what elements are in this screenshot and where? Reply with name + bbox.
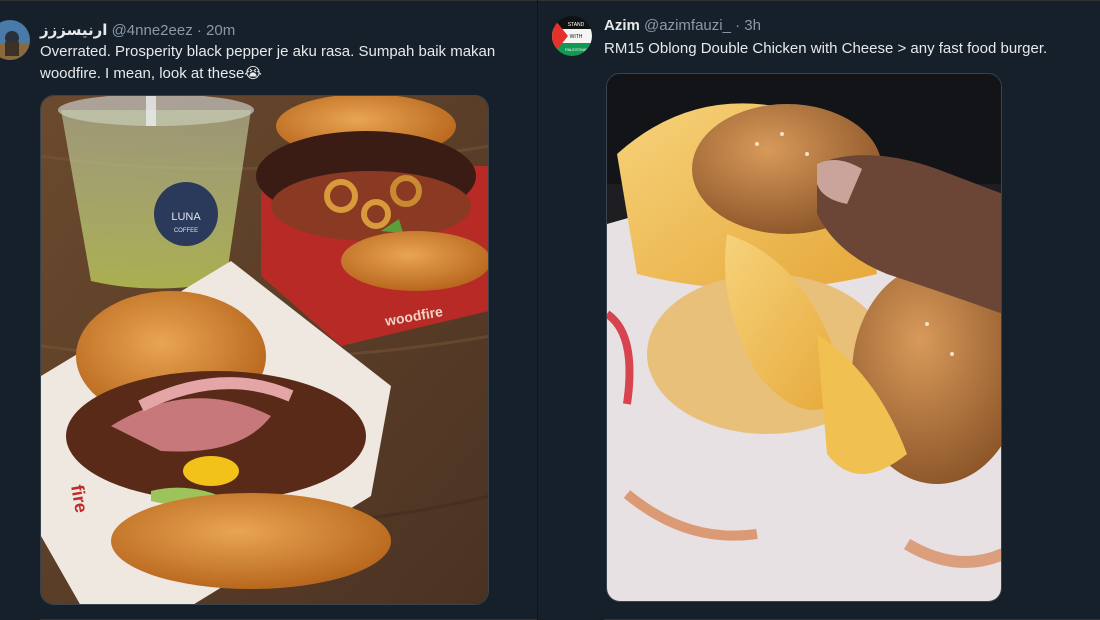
tweet-left[interactable]: ارنيسززز @4nne2eez · 20m Overrated. Pros… [0,0,537,620]
tweet-text-line-1: RM15 Oblong Double Chicken with Cheese >… [604,40,1048,57]
tweet-header: Azim @azimfauzi_ · 3h [604,16,761,36]
tweet-text-line-2: woodfire. I mean, look at these😭 [40,63,520,85]
tweet-text: RM15 Oblong Double Chicken with Cheese >… [604,38,1084,60]
avatar-text-1: STAND [568,22,585,28]
tweet-text-line-1: Overrated. Prosperity black pepper je ak… [40,43,496,60]
timestamp[interactable]: 3h [744,17,761,34]
handle[interactable]: @azimfauzi_ [644,17,731,34]
crying-face-emoji: 😭 [244,65,262,82]
avatar[interactable] [0,20,30,60]
drink-cup-image: LUNA COFFEE [58,96,254,289]
separator: · [735,17,741,34]
tweet-header: ارنيسززز @4nne2eez · 20m [40,21,235,41]
cup-logo-text: LUNA [171,211,201,223]
handle[interactable]: @4nne2eez [112,22,193,39]
timestamp[interactable]: 20m [206,22,235,39]
display-name[interactable]: Azim [604,17,640,34]
separator: · [196,22,202,39]
tweet-text: Overrated. Prosperity black pepper je ak… [40,41,520,85]
avatar-text-3: PALESTINE [565,47,587,52]
tweet-photo[interactable]: LUNA COFFEE woodfire fire [40,95,489,605]
avatar[interactable]: STAND WITH PALESTINE [552,16,592,56]
cup-logo-subtext: COFFEE [174,228,198,234]
avatar-text-2: WITH [570,34,583,40]
tweet-text-line-2-text: woodfire. I mean, look at these [40,65,245,82]
tweet-photo[interactable] [606,73,1002,602]
display-name[interactable]: ارنيسززز [40,22,107,39]
tweet-right[interactable]: STAND WITH PALESTINE Azim @azimfauzi_ · … [538,0,1100,620]
